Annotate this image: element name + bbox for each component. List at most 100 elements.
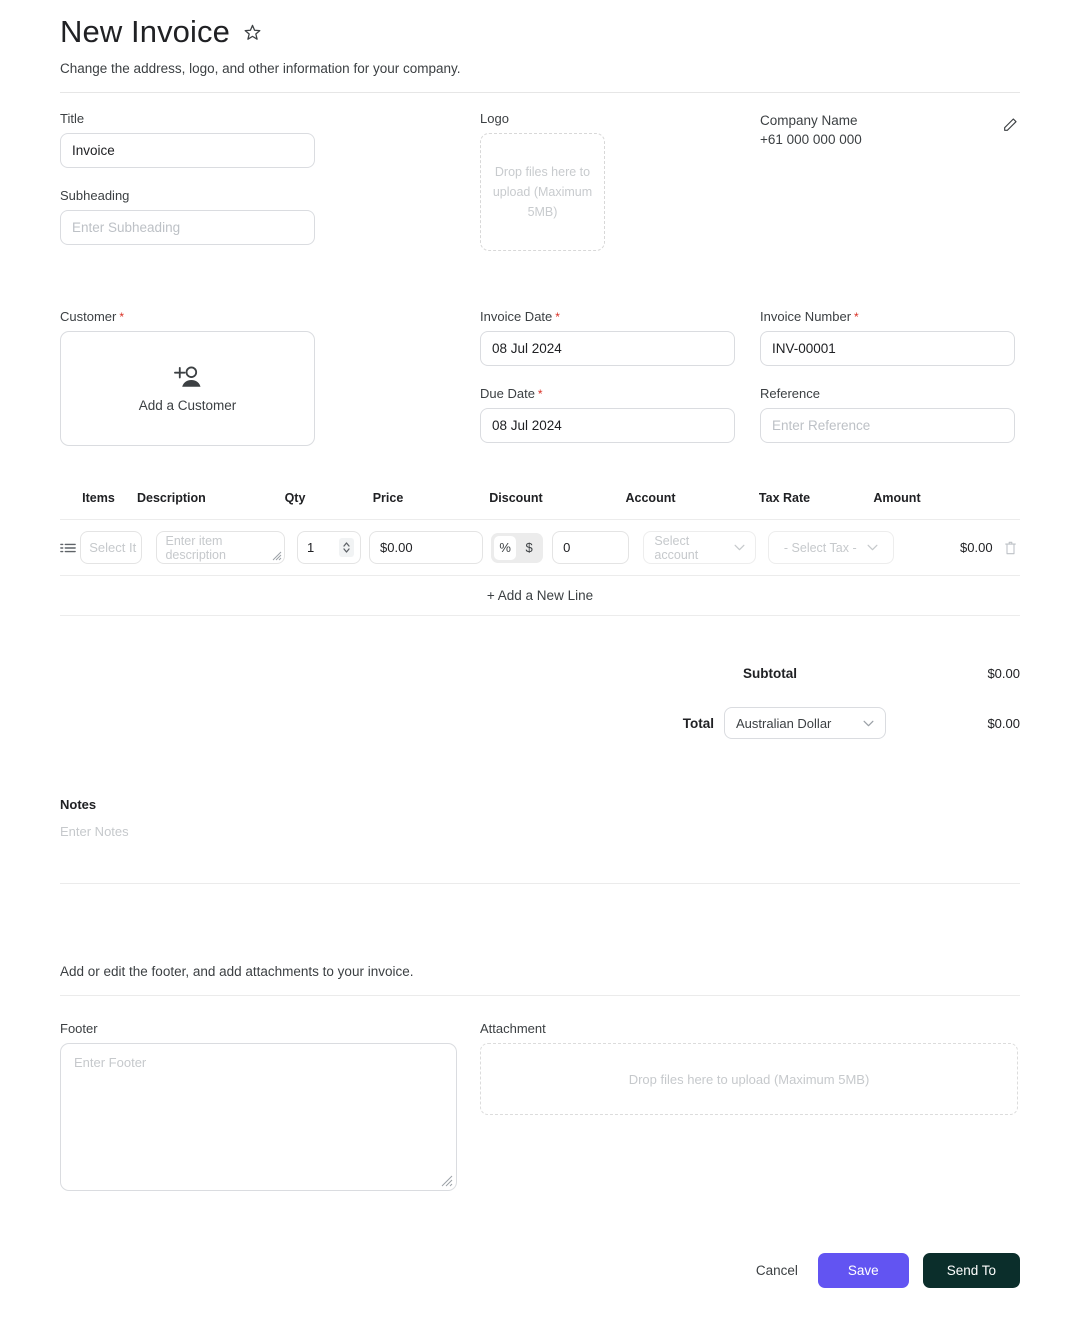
item-price-value: $0.00	[380, 540, 413, 555]
reference-label: Reference	[760, 386, 820, 401]
title-label: Title	[60, 111, 85, 126]
notes-input[interactable]: Enter Notes	[60, 824, 1020, 839]
reference-input[interactable]	[760, 408, 1015, 443]
add-new-line-button[interactable]: + Add a New Line	[60, 576, 1020, 615]
column-header-qty: Qty	[284, 491, 306, 505]
footer-textarea[interactable]: Enter Footer	[60, 1043, 457, 1191]
company-name: Company Name	[760, 113, 858, 128]
drag-handle-icon[interactable]	[60, 541, 80, 555]
chevron-down-icon	[863, 720, 874, 727]
invoice-number-label: Invoice Number *	[760, 309, 1015, 324]
item-qty-value: 1	[307, 540, 315, 555]
add-customer-button[interactable]: Add a Customer	[60, 331, 315, 446]
discount-mode-toggle[interactable]: % $	[491, 532, 544, 563]
due-date-group: Due Date *	[480, 386, 735, 443]
items-bottom-divider	[60, 615, 1020, 616]
column-header-description: Description	[137, 491, 206, 505]
resize-handle-icon[interactable]	[440, 1174, 453, 1187]
reference-group: Reference	[760, 386, 1015, 443]
title-input[interactable]	[60, 133, 315, 168]
column-header-discount: Discount	[489, 491, 543, 505]
item-qty-stepper[interactable]: 1	[297, 531, 362, 564]
attachment-column: Attachment Drop files here to upload (Ma…	[480, 1021, 1018, 1191]
item-discount-input[interactable]: 0	[552, 531, 630, 564]
invoice-date-label: Invoice Date *	[480, 309, 735, 324]
item-select[interactable]: Select It	[80, 531, 143, 564]
subheading-label: Subheading	[60, 188, 130, 203]
item-tax-placeholder: - Select Tax -	[783, 540, 857, 555]
total-row: Total Australian Dollar $0.00	[60, 707, 1020, 739]
attachment-dropzone-text: Drop files here to upload (Maximum 5MB)	[628, 1071, 870, 1087]
column-header-account: Account	[625, 491, 676, 505]
invoice-number-label-text: Invoice Number	[760, 309, 852, 324]
invoice-date-label-text: Invoice Date	[480, 309, 553, 324]
page-header: New Invoice	[60, 0, 1020, 52]
attachment-label: Attachment	[480, 1021, 546, 1036]
due-date-input[interactable]	[480, 408, 735, 443]
save-button[interactable]: Save	[817, 1253, 909, 1288]
subtotal-value: $0.00	[987, 666, 1020, 681]
invoice-page: New Invoice Change the address, logo, an…	[0, 0, 1080, 1319]
item-tax-select[interactable]: - Select Tax -	[767, 531, 894, 564]
title-column: Title Subheading	[60, 111, 315, 265]
footer-label: Footer	[60, 1021, 98, 1036]
subheading-input[interactable]	[60, 210, 315, 245]
item-select-placeholder: Select It	[89, 540, 137, 555]
items-table: Items Description Qty Price Discount Acc…	[60, 491, 1020, 616]
page-subtitle: Change the address, logo, and other info…	[60, 61, 461, 76]
footer-section: Footer Enter Footer Attachment Drop file…	[60, 1021, 1020, 1191]
invoice-number-group: Invoice Number *	[760, 309, 1015, 366]
currency-select[interactable]: Australian Dollar	[724, 707, 886, 739]
column-header-tax-rate: Tax Rate	[758, 491, 811, 505]
qty-stepper-arrows-icon[interactable]	[339, 538, 355, 557]
company-phone: +61 000 000 000	[760, 132, 862, 147]
company-info: Company Name +61 000 000 000	[760, 111, 1020, 265]
title-field-group: Title	[60, 111, 315, 168]
attachment-dropzone[interactable]: Drop files here to upload (Maximum 5MB)	[480, 1043, 1018, 1115]
total-label: Total	[682, 715, 714, 731]
footer-divider	[60, 995, 1020, 996]
totals-section: Subtotal $0.00 Total Australian Dollar $…	[60, 666, 1020, 739]
cancel-button[interactable]: Cancel	[750, 1254, 804, 1287]
items-table-header: Items Description Qty Price Discount Acc…	[60, 491, 1020, 519]
company-section: Title Subheading Logo Drop files here to…	[60, 93, 1020, 265]
number-column: Invoice Number* Reference	[760, 309, 1015, 463]
due-date-label-text: Due Date	[480, 386, 535, 401]
item-account-placeholder: Select account	[654, 533, 699, 562]
invoice-date-group: Invoice Date *	[480, 309, 735, 366]
send-to-button[interactable]: Send To	[922, 1253, 1020, 1288]
subtotal-row: Subtotal $0.00	[60, 666, 1020, 681]
item-description-input[interactable]: Enter item description	[156, 531, 286, 564]
action-bar: Cancel Save Send To	[750, 1253, 1020, 1288]
dates-column: Invoice Date* Due Date*	[480, 309, 735, 463]
total-value: $0.00	[987, 715, 1020, 731]
star-icon[interactable]	[242, 21, 264, 43]
customer-required-marker: *	[119, 310, 125, 324]
add-customer-label: Add a Customer	[138, 397, 237, 413]
invoice-date-required-marker: *	[555, 310, 560, 324]
resize-handle-icon[interactable]	[271, 550, 283, 562]
pencil-icon[interactable]	[1002, 117, 1020, 135]
footer-section-description: Add or edit the footer, and add attachme…	[60, 964, 414, 979]
due-date-required-marker: *	[537, 387, 543, 401]
column-header-items: Items	[82, 491, 115, 505]
page-title: New Invoice	[60, 14, 230, 49]
table-row: Select It Enter item description 1 $0.00…	[60, 520, 1020, 575]
chevron-down-icon	[734, 544, 745, 551]
customer-column: Customer * Add a Customer	[60, 309, 315, 463]
invoice-number-required-marker: *	[854, 310, 859, 324]
subheading-field-group: Subheading	[60, 188, 315, 245]
notes-label: Notes	[60, 797, 97, 812]
item-price-input[interactable]: $0.00	[369, 531, 484, 564]
invoice-date-input[interactable]	[480, 331, 735, 366]
item-account-select[interactable]: Select account	[643, 531, 756, 564]
discount-mode-dollar[interactable]: $	[518, 536, 540, 560]
notes-divider	[60, 883, 1020, 884]
customer-label: Customer *	[60, 309, 315, 324]
item-amount: $0.00	[960, 540, 993, 555]
item-discount-value: 0	[563, 540, 571, 555]
subtotal-label: Subtotal	[743, 666, 797, 681]
trash-icon[interactable]	[1002, 541, 1020, 555]
discount-mode-percent[interactable]: %	[494, 535, 517, 560]
invoice-number-input[interactable]	[760, 331, 1015, 366]
